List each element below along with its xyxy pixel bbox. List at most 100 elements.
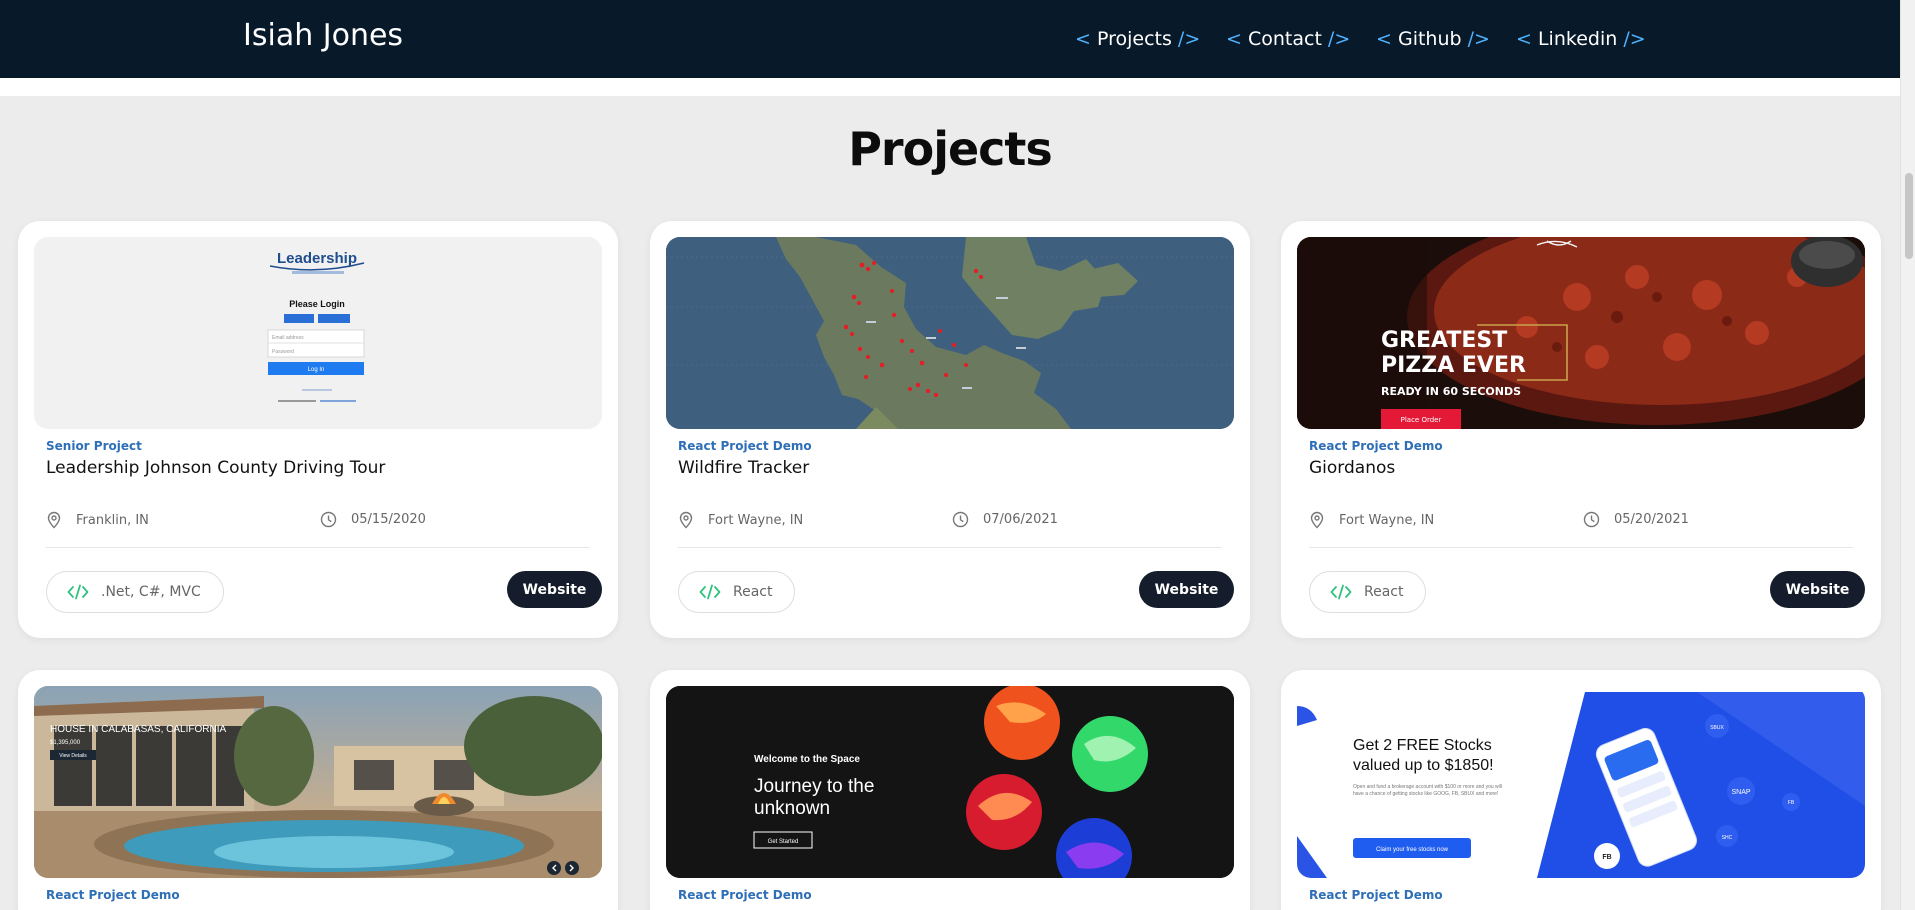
thumb-line3: READY IN 60 SECONDS xyxy=(1381,385,1521,398)
project-thumbnail[interactable]: FB SBUX SNAP FB SHC Get 2 FREE Stocks va… xyxy=(1297,686,1865,878)
space-banner: Welcome to the Space Journey to the unkn… xyxy=(666,686,1234,878)
nav-tag-open: < xyxy=(1376,28,1398,50)
project-thumbnail[interactable]: GREATEST PIZZA EVER READY IN 60 SECONDS … xyxy=(1297,237,1865,429)
divider xyxy=(1309,547,1853,548)
nav-tag-close: /> xyxy=(1321,28,1351,50)
thumb-login-button: Log In xyxy=(308,367,325,373)
thumb-headline2: unknown xyxy=(754,798,830,819)
project-card: HOUSE IN CALABASAS, CALIFORNIA $1,395,00… xyxy=(18,670,618,910)
nav-link-linkedin[interactable]: < Linkedin /> xyxy=(1516,28,1646,50)
nav-link-label: Contact xyxy=(1247,28,1322,50)
nav-link-label: Projects xyxy=(1096,28,1172,50)
meta-row: Fort Wayne, IN 05/20/2021 xyxy=(1309,511,1853,533)
thumb-email-field: Email address xyxy=(272,335,304,341)
bubble-snap: SNAP xyxy=(1731,789,1750,796)
website-button[interactable]: Website xyxy=(1770,571,1865,608)
bubble-fb-small: FB xyxy=(1788,800,1795,806)
nav-link-contact[interactable]: < Contact /> xyxy=(1226,28,1350,50)
thumb-details-button: View Details xyxy=(59,753,87,759)
bubble-fb: FB xyxy=(1602,854,1611,861)
meta-row: Franklin, IN 05/15/2020 xyxy=(46,511,590,533)
tech-badge[interactable]: React xyxy=(1309,571,1427,613)
map-pin-icon xyxy=(679,511,693,529)
project-location: Franklin, IN xyxy=(46,511,149,529)
page-scrollbar[interactable] xyxy=(1900,0,1915,910)
nav-tag-open: < xyxy=(1516,28,1538,50)
divider xyxy=(678,547,1222,548)
thumb-headline1: Journey to the xyxy=(754,776,874,797)
website-button[interactable]: Website xyxy=(507,571,602,608)
project-title: Giordanos xyxy=(1309,458,1396,478)
project-card: React Project Demo Wildfire Tracker Fort… xyxy=(650,221,1250,638)
thumb-kicker: Welcome to the Space xyxy=(754,754,860,765)
tech-text: React xyxy=(1364,584,1404,600)
project-card: FB SBUX SNAP FB SHC Get 2 FREE Stocks va… xyxy=(1281,670,1881,910)
project-thumbnail[interactable] xyxy=(666,237,1234,429)
project-thumbnail[interactable]: HOUSE IN CALABASAS, CALIFORNIA $1,395,00… xyxy=(34,686,602,878)
thumb-line1: GREATEST xyxy=(1381,328,1507,353)
thumb-caption: HOUSE IN CALABASAS, CALIFORNIA xyxy=(50,724,226,735)
date-text: 05/20/2021 xyxy=(1614,512,1689,527)
nav-link-label: Linkedin xyxy=(1537,28,1618,50)
nav-tag-open: < xyxy=(1226,28,1248,50)
tech-text: .Net, C#, MVC xyxy=(101,584,201,600)
nav-link-github[interactable]: < Github /> xyxy=(1376,28,1490,50)
wildfire-map xyxy=(666,237,1234,429)
project-thumbnail[interactable]: Welcome to the Space Journey to the unkn… xyxy=(666,686,1234,878)
thumb-claim-button: Claim your free stocks now xyxy=(1376,847,1449,853)
map-pin-icon xyxy=(1310,511,1324,529)
pizza-banner: GREATEST PIZZA EVER READY IN 60 SECONDS … xyxy=(1297,237,1865,429)
project-tag: React Project Demo xyxy=(1309,888,1443,902)
tech-badge[interactable]: React xyxy=(678,571,796,613)
thumb-logo: Leadership xyxy=(277,250,357,267)
project-tag: React Project Demo xyxy=(678,439,812,453)
header-strip xyxy=(0,78,1900,96)
nav-links: < Projects /> < Contact /> < Github /> <… xyxy=(0,28,1900,54)
nav-tag-close: /> xyxy=(1461,28,1490,50)
top-nav: Isiah Jones < Projects /> < Contact /> <… xyxy=(0,0,1900,78)
divider xyxy=(46,547,590,548)
location-text: Franklin, IN xyxy=(76,512,149,528)
tech-badge[interactable]: .Net, C#, MVC xyxy=(46,571,224,613)
house-banner: HOUSE IN CALABASAS, CALIFORNIA $1,395,00… xyxy=(34,686,602,878)
thumb-headline1: Get 2 FREE Stocks xyxy=(1353,737,1492,754)
location-text: Fort Wayne, IN xyxy=(708,512,804,528)
project-date: 05/20/2021 xyxy=(1583,511,1689,528)
map-pin-icon xyxy=(47,511,61,529)
project-title: Leadership Johnson County Driving Tour xyxy=(46,458,386,478)
project-tag: React Project Demo xyxy=(46,888,180,902)
nav-link-label: Github xyxy=(1397,28,1462,50)
project-card: Leadership Please Login Email address Pa… xyxy=(18,221,618,638)
bubble-shc: SHC xyxy=(1722,835,1733,841)
clock-icon xyxy=(1583,511,1600,528)
location-text: Fort Wayne, IN xyxy=(1339,512,1435,528)
code-icon xyxy=(67,584,89,600)
code-icon xyxy=(699,584,721,600)
thumb-headline2: valued up to $1850! xyxy=(1353,757,1494,774)
code-icon xyxy=(1330,584,1352,600)
thumb-line2: PIZZA EVER xyxy=(1381,353,1526,378)
thumb-heading: Please Login xyxy=(289,299,345,309)
project-date: 05/15/2020 xyxy=(320,511,426,528)
thumb-price: $1,395,000 xyxy=(50,740,81,746)
project-title: Wildfire Tracker xyxy=(678,458,810,478)
project-location: Fort Wayne, IN xyxy=(1309,511,1434,529)
project-tag: React Project Demo xyxy=(678,888,812,902)
meta-row: Fort Wayne, IN 07/06/2021 xyxy=(678,511,1222,533)
stocks-banner: FB SBUX SNAP FB SHC Get 2 FREE Stocks va… xyxy=(1297,686,1865,878)
nav-tag-close: /> xyxy=(1171,28,1201,50)
website-button[interactable]: Website xyxy=(1139,571,1234,608)
nav-link-projects[interactable]: < Projects /> xyxy=(1075,28,1200,50)
thumb-start-button: Get Started xyxy=(768,839,799,845)
scrollbar-thumb[interactable] xyxy=(1905,173,1913,259)
project-tag: React Project Demo xyxy=(1309,439,1443,453)
project-date: 07/06/2021 xyxy=(952,511,1058,528)
project-tag: Senior Project xyxy=(46,439,142,453)
project-thumbnail[interactable]: Leadership Please Login Email address Pa… xyxy=(34,237,602,429)
nav-tag-open: < xyxy=(1075,28,1097,50)
tech-text: React xyxy=(733,584,773,600)
project-card: Welcome to the Space Journey to the unkn… xyxy=(650,670,1250,910)
clock-icon xyxy=(320,511,337,528)
project-location: Fort Wayne, IN xyxy=(678,511,803,529)
thumb-order-button: Place Order xyxy=(1401,416,1442,424)
